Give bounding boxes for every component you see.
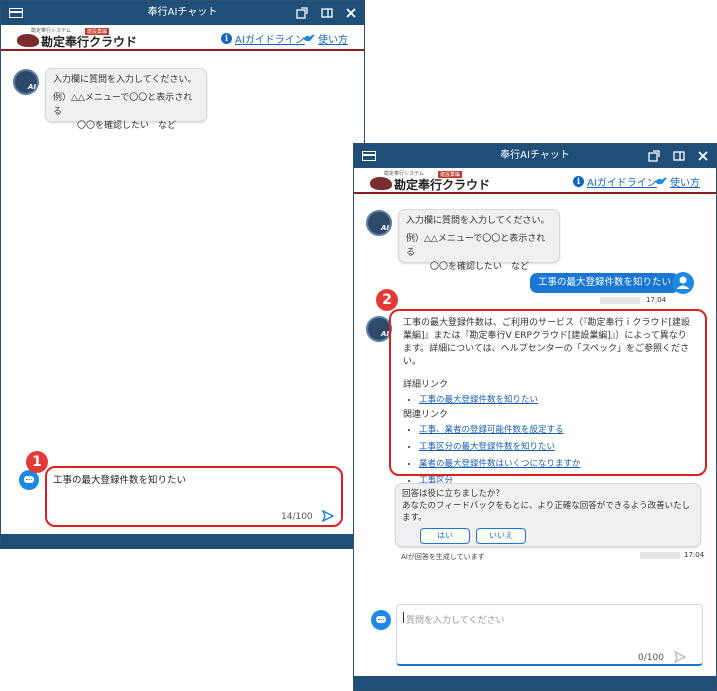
footer-bar [1,534,364,548]
feedback-no-button[interactable]: いいえ [476,528,526,544]
howto-link[interactable]: 使い方 [655,174,700,189]
logo-badge: 建設業編 [85,28,110,35]
feedback-note: あなたのフィードバックをもとに、より正確な回答ができるよう改善いたします。 [402,501,691,523]
ai-avatar-label: AI [380,224,389,232]
user-message-bubble: 工事の最大登録件数を知りたい [530,273,680,293]
ai-guideline-label: AIガイドライン [235,35,305,46]
close-icon[interactable] [345,7,357,19]
timestamp-blur [600,297,640,304]
panel-toggle-icon[interactable] [321,7,333,19]
howto-link[interactable]: 使い方 [303,31,348,46]
ai-avatar-label: AI [380,330,389,338]
greeting-line-3: 〇〇を確認したい など [430,262,530,272]
app-header: 勘定奉行システム 勘定奉行クラウド 建設業編 i AIガイドライン 使い方 [354,168,716,194]
bird-icon [655,177,667,185]
panel-toggle-icon[interactable] [673,150,685,162]
generating-status: AIが回答を生成しています [401,553,485,561]
callout-number-1: 1 [26,451,48,473]
ai-guideline-link[interactable]: i AIガイドライン [573,174,657,189]
question-input[interactable]: 質問を入力してください 0/100 [396,604,703,666]
title-bar: 奉行AIチャット [1,1,364,25]
popout-icon[interactable] [296,7,308,19]
answer-time: 17:04 [684,551,705,559]
callout-number-2: 2 [376,289,398,311]
window-title: 奉行AIチャット [500,150,570,161]
input-caret [403,612,404,623]
popout-icon[interactable] [648,150,660,162]
feedback-question: 回答は役に立ちましたか？ [402,489,505,499]
char-counter: 0/100 [638,653,664,663]
logo-text: 勘定奉行クラウド [41,35,138,49]
info-icon: i [221,33,232,44]
close-icon[interactable] [697,150,709,162]
greeting-line-2: 例）△△メニューで〇〇と表示される [406,234,546,258]
greeting-line-2: 例）△△メニューで〇〇と表示される [53,93,193,117]
greeting-line-3: 〇〇を確認したい など [77,121,177,131]
greeting-bubble: 入力欄に質問を入力してください。 例）△△メニューで〇〇と表示される 〇〇を確認… [45,68,207,131]
logo-text: 勘定奉行クラウド [394,178,491,192]
question-input-placeholder: 質問を入力してください [406,616,505,626]
logo-badge: 建設業編 [438,171,463,178]
greeting-line-1: 入力欄に質問を入力してください。 [406,216,550,226]
user-message-time: 17:04 [646,296,667,304]
footer-bar [354,676,716,690]
greeting-bubble: 入力欄に質問を入力してください。 例）△△メニューで〇〇と表示される 〇〇を確認… [398,209,560,272]
bird-icon [303,34,315,42]
callout-box-2 [389,309,707,476]
app-header: 勘定奉行システム 勘定奉行クラウド 建設業編 i AIガイドライン 使い方 [1,25,364,51]
timestamp-blur [640,552,680,559]
chat-bubble-icon [19,470,39,490]
howto-label: 使い方 [670,178,700,189]
logo-mark [17,34,39,47]
ai-avatar: AI [13,69,39,95]
callout-box-1 [45,466,343,527]
window-title: 奉行AIチャット [147,7,218,18]
ai-guideline-link[interactable]: i AIガイドライン [221,31,305,46]
chat-bubble-icon [371,610,391,630]
feedback-yes-button[interactable]: はい [420,528,470,544]
ai-avatar: AI [366,210,392,236]
user-avatar-icon [672,272,694,294]
greeting-line-1: 入力欄に質問を入力してください。 [53,75,197,85]
title-bar: 奉行AIチャット [354,144,716,168]
info-icon: i [573,176,584,187]
chat-window-left: 奉行AIチャット 勘定奉行システム 勘定奉行クラウド 建設業編 i AIガイドラ… [0,0,365,549]
howto-label: 使い方 [318,35,348,46]
send-icon[interactable] [674,651,686,663]
logo-mark [370,177,392,190]
ai-avatar-label: AI [27,83,36,91]
ai-guideline-label: AIガイドライン [587,178,657,189]
